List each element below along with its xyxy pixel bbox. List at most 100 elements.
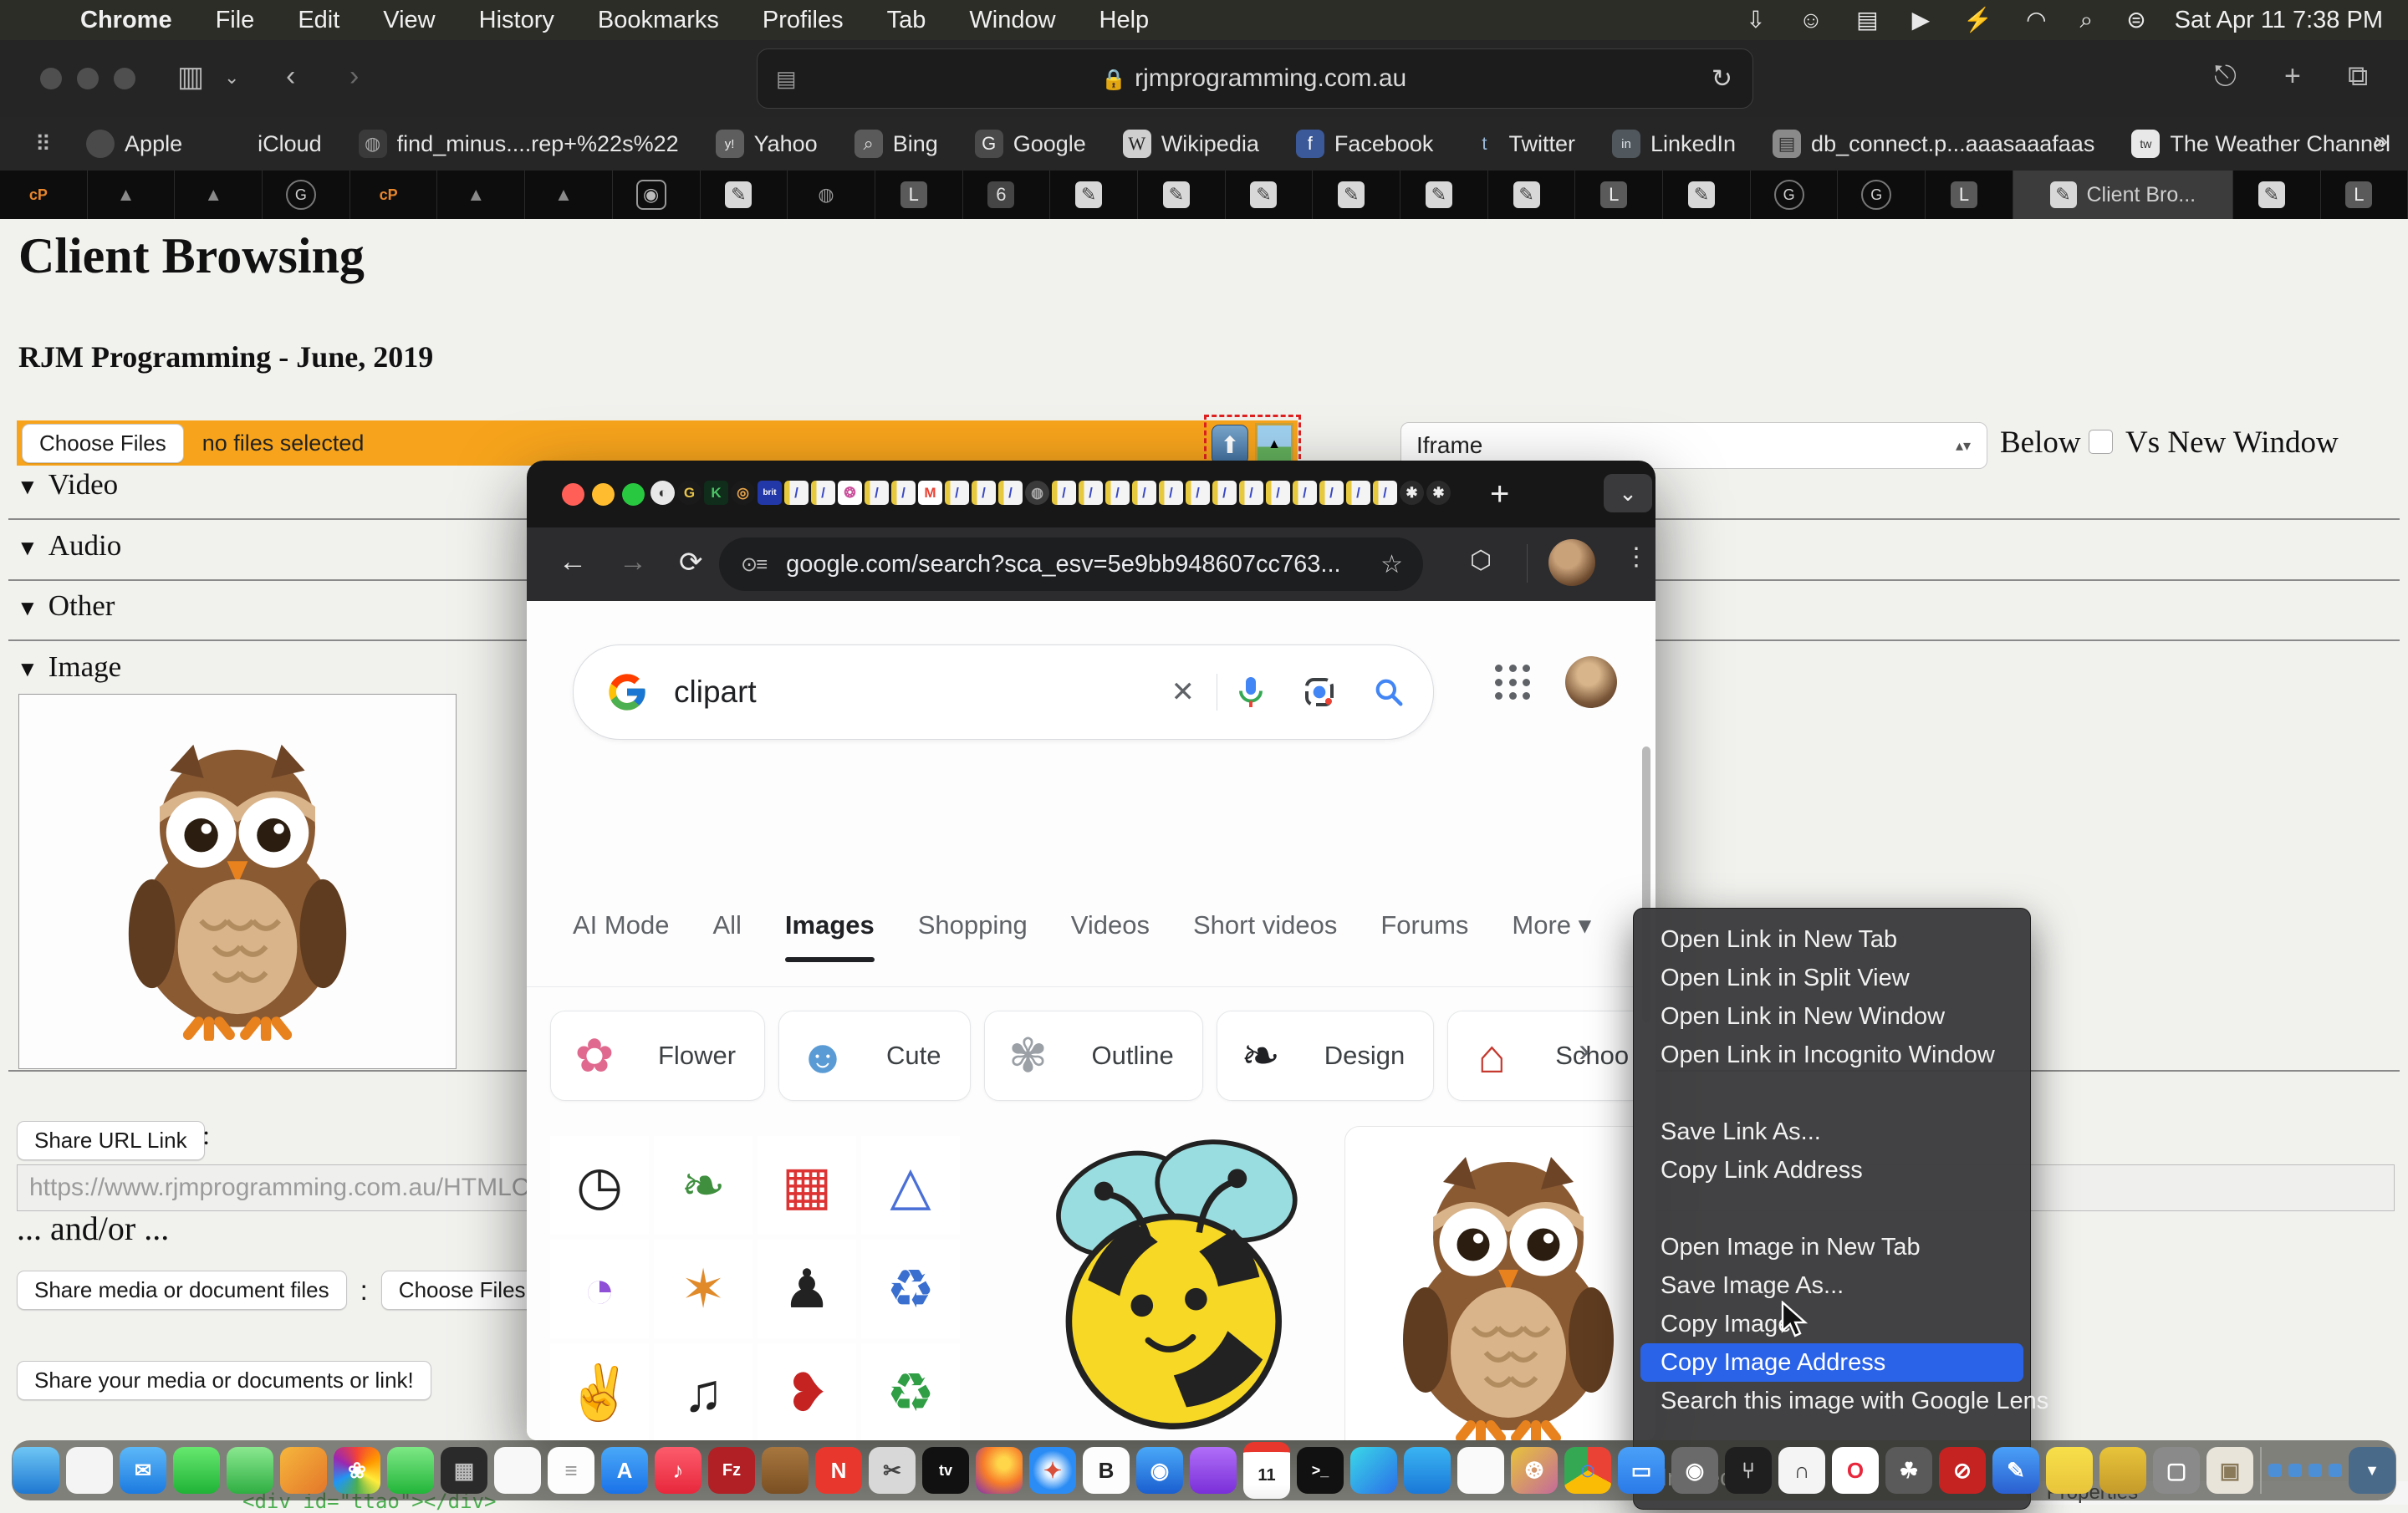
bookmark-item[interactable]: ⌕ Bing [855,130,938,158]
safari-tab[interactable]: L [1926,171,2013,219]
voice-search-icon[interactable] [1217,675,1284,710]
safari-tab[interactable]: L [875,171,963,219]
menu-bar-item[interactable]: Bookmarks [576,7,741,33]
chrome-tab-favicon[interactable]: / [1346,481,1370,505]
dock-app-icon[interactable]: ◉ [1671,1447,1718,1494]
google-tab[interactable]: All [712,910,741,962]
dock-app-icon[interactable] [387,1447,434,1494]
dock-app-icon[interactable] [2288,1464,2302,1477]
safari-tab[interactable]: ▲ [525,171,613,219]
google-search-box[interactable]: clipart ✕ [573,644,1434,740]
window-minimize-button[interactable] [77,68,99,89]
share-submit-button[interactable]: Share your media or documents or link! [17,1361,431,1400]
bookmark-item[interactable]: in LinkedIn [1612,130,1736,158]
dock-app-icon[interactable]: ♪ [655,1447,701,1494]
safari-tab[interactable]: G [263,171,350,219]
recycle-clipart[interactable]: ♻ [861,1343,960,1440]
section-audio[interactable]: ▼Audio [17,529,121,563]
bookmark-item[interactable]: tw The Weather Channel [2131,130,2390,158]
safari-tab[interactable]: ▲ [175,171,263,219]
dock-app-icon[interactable]: B [1083,1447,1130,1494]
chrome-new-tab-button[interactable]: + [1490,476,1509,513]
safari-tab[interactable]: ✎ [1226,171,1314,219]
dock-app-icon[interactable]: ✉ [120,1447,166,1494]
safari-tab[interactable]: ◉ [613,171,701,219]
window-manager-icon[interactable]: ▤ [1839,7,1895,33]
bookmark-item[interactable]: W Wikipedia [1123,130,1259,158]
dock-app-icon[interactable]: tv [922,1447,969,1494]
context-menu-item[interactable]: Open Link in Incognito Window [1640,1036,2023,1074]
dock-app-icon[interactable] [66,1447,113,1494]
chrome-tab-favicon[interactable]: / [1079,481,1103,505]
dock-app-icon[interactable]: ∩ [1778,1447,1825,1494]
choose-files-button-2[interactable]: Choose Files [381,1271,543,1310]
safari-tab[interactable]: L [2321,171,2408,219]
page-settings-icon[interactable]: ▤ [776,66,797,92]
context-menu-item[interactable] [1640,1190,2023,1228]
back-button[interactable]: ‹ [286,60,295,93]
dock-app-icon[interactable]: ▣ [2206,1447,2253,1494]
recycle-bin-clipart[interactable]: ♻ [861,1240,960,1338]
bookmark-star-icon[interactable]: ☆ [1380,550,1403,579]
bookmark-item[interactable]: f Facebook [1296,130,1434,158]
google-account-avatar[interactable] [1565,656,1617,708]
battery-charging-icon[interactable]: ⚡ [1946,7,2009,33]
chrome-back-button[interactable]: ← [559,546,587,578]
chrome-tab-favicon[interactable]: ◐ [650,481,675,505]
safari-tab[interactable]: ✎ [701,171,788,219]
shared-owl-image[interactable] [18,694,457,1069]
menu-bar-item[interactable]: Profiles [741,7,865,33]
chrome-tab-favicon[interactable]: / [1132,481,1156,505]
context-menu-item[interactable] [1640,1074,2023,1113]
context-menu-item[interactable]: Copy Image Address [1640,1343,2023,1382]
dock-app-icon[interactable]: O [1832,1447,1879,1494]
share-media-files-button[interactable]: Share media or document files [17,1271,347,1310]
context-menu-item[interactable]: Open Link in New Tab [1640,920,2023,959]
safari-tab[interactable]: ✎ [1488,171,1576,219]
bookmark-item[interactable]: ◍ find_minus....rep+%22s%22 [359,130,679,158]
chrome-tab-favicon[interactable]: / [865,481,889,505]
safari-address-bar[interactable]: ▤ 🔒rjmprogramming.com.au ↻ [757,48,1753,109]
chrome-tab-favicon[interactable]: / [945,481,969,505]
bookmark-item[interactable]: iCloud [219,130,322,158]
google-tab[interactable]: Videos [1071,910,1150,962]
safari-tab[interactable]: ▲ [437,171,525,219]
dock-app-icon[interactable] [1350,1447,1397,1494]
dock-app-icon[interactable] [1190,1447,1237,1494]
dock-app-icon[interactable]: ▢ [2153,1447,2200,1494]
search-query[interactable]: clipart [674,675,1150,710]
chrome-tab-favicon[interactable]: ◍ [1025,481,1049,505]
extensions-icon[interactable]: ⬡ [1470,546,1492,575]
dock-app-icon[interactable] [2309,1464,2322,1477]
menu-bar-item[interactable]: File [194,7,277,33]
dock-app-icon[interactable] [494,1447,541,1494]
wikipedia-clipart-collage[interactable]: ◷❧▦△◔✶♟♻✌♫❥♻ [550,1136,960,1440]
sidebar-toggle-icon[interactable]: ▥ [177,60,204,94]
dock-app-icon[interactable]: 11 [1243,1442,1290,1499]
chrome-url[interactable]: google.com/search?sca_esv=5e9bb948607cc7… [786,551,1380,578]
chrome-tab-favicon[interactable]: G [677,481,701,505]
bookmark-item[interactable]: y! Yahoo [716,130,818,158]
google-tab[interactable]: Shopping [918,910,1028,962]
menu-bar-item[interactable]: Help [1078,7,1171,33]
chrome-tab-favicon[interactable]: / [891,481,916,505]
context-menu-item[interactable]: Search this image with Google Lens [1640,1382,2023,1420]
chrome-tab-favicon[interactable]: K [704,481,728,505]
close-button[interactable] [562,483,584,506]
clear-search-icon[interactable]: ✕ [1150,675,1217,709]
context-menu-item[interactable]: Copy Image [1640,1305,2023,1343]
minimize-button[interactable] [592,483,615,506]
chrome-reload-button[interactable]: ⟳ [679,546,703,579]
chrome-tab-favicon[interactable]: ✱ [1426,481,1451,505]
dock-app-icon[interactable]: ○ [1564,1447,1611,1494]
safari-tab[interactable]: ✎ [1138,171,1226,219]
bee-clipart-result[interactable] [995,1128,1346,1440]
safari-tab[interactable]: 6 [963,171,1051,219]
dock-app-icon[interactable]: ⑂ [1725,1447,1772,1494]
dock-app-icon[interactable]: ✎ [1992,1447,2039,1494]
vs-new-window-checkbox[interactable] [2089,430,2113,454]
bookmark-item[interactable]: G Google [975,130,1086,158]
safari-tab[interactable]: cP [0,171,88,219]
dock-app-icon[interactable]: ≡ [548,1447,594,1494]
google-lens-icon[interactable] [1284,675,1354,709]
